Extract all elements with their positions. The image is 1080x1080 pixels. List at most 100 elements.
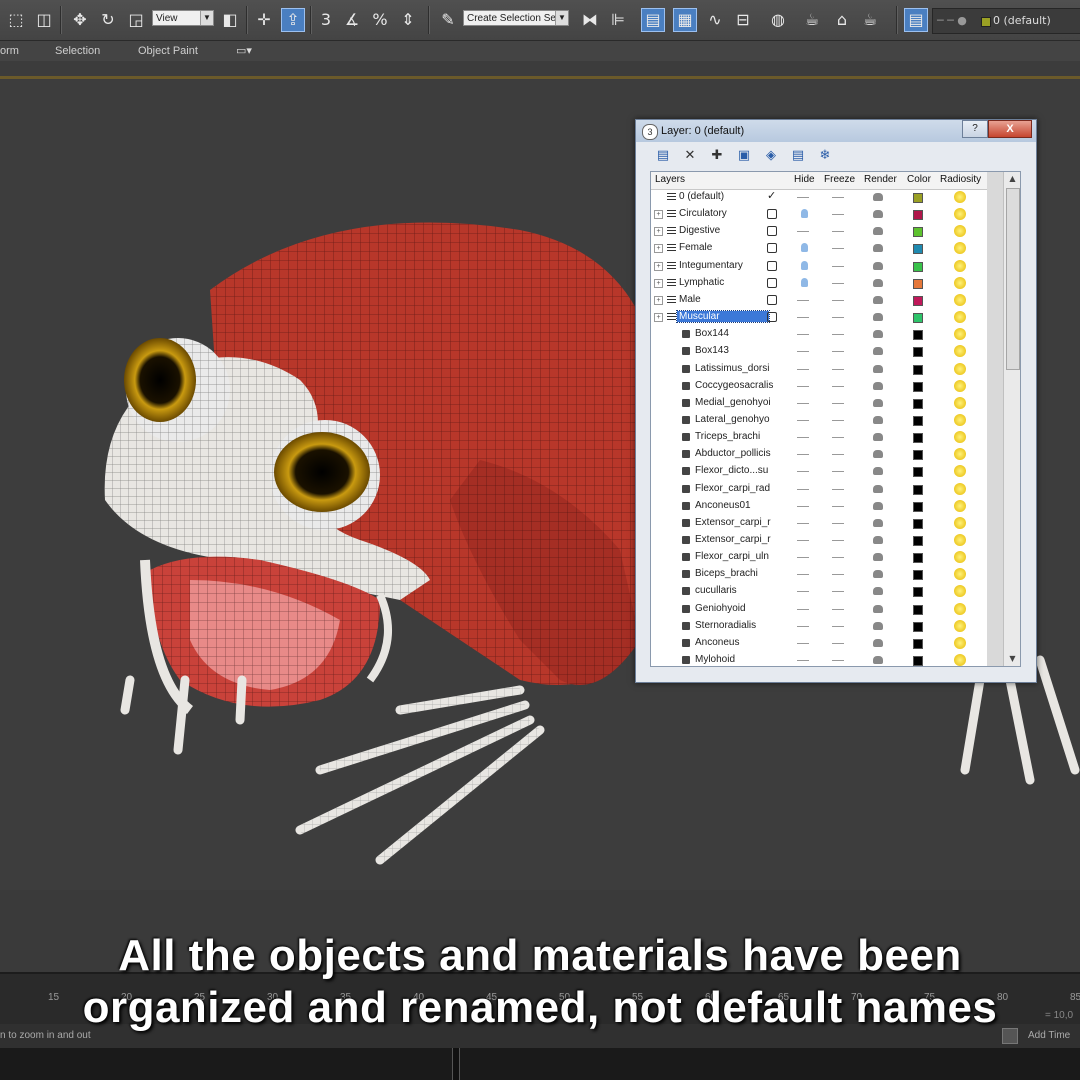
freeze-toggle-icon[interactable] <box>832 265 844 267</box>
freeze-toggle-icon[interactable] <box>832 231 844 233</box>
render-teapot-icon[interactable] <box>873 295 883 304</box>
color-swatch[interactable] <box>913 210 923 221</box>
hide-toggle-icon[interactable] <box>797 608 809 610</box>
mirror-icon[interactable]: ⧓ <box>578 8 602 32</box>
help-button[interactable]: ? <box>962 120 988 138</box>
hide-toggle-icon[interactable] <box>797 642 809 644</box>
scroll-down-icon[interactable]: ▼ <box>1004 652 1020 666</box>
color-swatch[interactable] <box>913 656 923 666</box>
dialog-titlebar[interactable]: 3 Layer: 0 (default) ? X <box>636 120 1036 142</box>
radiosity-sun-icon[interactable] <box>954 568 966 581</box>
render-teapot-icon[interactable] <box>873 501 883 510</box>
render-teapot-icon[interactable] <box>873 450 883 459</box>
render-teapot-icon[interactable] <box>873 415 883 424</box>
object-name[interactable]: Biceps_brachi <box>695 568 758 579</box>
render-teapot-icon[interactable] <box>873 261 883 270</box>
render-teapot-icon[interactable] <box>873 278 883 287</box>
color-swatch[interactable] <box>913 278 923 289</box>
layer-row[interactable]: + Digestive <box>651 223 987 240</box>
render-teapot-icon[interactable] <box>873 210 883 219</box>
render-teapot-icon[interactable] <box>873 433 883 442</box>
hide-toggle-icon[interactable] <box>797 437 809 439</box>
radiosity-sun-icon[interactable] <box>954 293 966 306</box>
object-row[interactable]: cucullaris <box>651 583 987 600</box>
freeze-unfreeze-all-layers-icon[interactable]: ❄ <box>816 147 834 165</box>
render-teapot-icon[interactable] <box>873 656 883 665</box>
layer-row[interactable]: + Male <box>651 292 987 309</box>
object-name[interactable]: Extensor_carpi_r <box>695 517 771 528</box>
object-row[interactable]: Sternoradialis <box>651 618 987 635</box>
color-swatch[interactable] <box>913 587 923 598</box>
color-swatch[interactable] <box>913 501 923 512</box>
radiosity-sun-icon[interactable] <box>954 328 966 341</box>
hide-toggle-icon[interactable] <box>797 488 809 490</box>
object-name[interactable]: Box144 <box>695 328 729 339</box>
ribbon-tab-transform[interactable]: orm <box>0 41 19 61</box>
freeze-toggle-icon[interactable] <box>832 574 844 576</box>
object-row[interactable]: Abductor_pollicis <box>651 446 987 463</box>
select-manipulate-icon[interactable]: ✛ <box>252 8 276 32</box>
freeze-toggle-icon[interactable] <box>832 591 844 593</box>
object-row[interactable]: Mylohoid <box>651 652 987 666</box>
radiosity-sun-icon[interactable] <box>954 276 966 289</box>
render-teapot-icon[interactable] <box>873 347 883 356</box>
render-teapot-icon[interactable] <box>873 227 883 236</box>
render-teapot-icon[interactable] <box>873 518 883 527</box>
color-swatch[interactable] <box>913 621 923 632</box>
freeze-toggle-icon[interactable] <box>832 540 844 541</box>
object-name[interactable]: Geniohyoid <box>695 603 746 614</box>
radiosity-sun-icon[interactable] <box>954 499 966 512</box>
close-button[interactable]: X <box>988 120 1032 138</box>
layer-row[interactable]: + Female <box>651 240 987 257</box>
vertical-scrollbar[interactable]: ▲ ▼ <box>1003 172 1020 666</box>
layer-name[interactable]: Integumentary <box>679 260 743 271</box>
freeze-toggle-icon[interactable] <box>832 282 844 284</box>
object-row[interactable]: Latissimus_dorsi <box>651 361 987 378</box>
hide-toggle-icon[interactable] <box>797 522 809 524</box>
freeze-toggle-icon[interactable] <box>832 402 844 404</box>
color-swatch[interactable] <box>913 484 923 495</box>
hide-lightbulb-icon[interactable] <box>801 209 808 219</box>
current-layer-check-icon[interactable]: ✓ <box>767 189 776 202</box>
object-row[interactable]: Extensor_carpi_r <box>651 532 987 549</box>
hide-toggle-icon[interactable] <box>797 299 809 301</box>
freeze-toggle-icon[interactable] <box>832 214 844 216</box>
radiosity-sun-icon[interactable] <box>954 585 966 598</box>
expand-icon[interactable]: + <box>654 244 663 254</box>
hide-unhide-all-layers-icon[interactable]: ▤ <box>789 147 807 165</box>
freeze-toggle-icon[interactable] <box>832 642 844 644</box>
freeze-toggle-icon[interactable] <box>832 197 844 198</box>
object-row[interactable]: Box144 <box>651 326 987 343</box>
object-name[interactable]: Abductor_pollicis <box>695 448 771 459</box>
expand-icon[interactable]: + <box>654 313 663 323</box>
layer-row[interactable]: + Circulatory <box>651 206 987 223</box>
radiosity-sun-icon[interactable] <box>954 636 966 649</box>
freeze-toggle-icon[interactable] <box>832 454 844 456</box>
radiosity-sun-icon[interactable] <box>954 465 966 478</box>
hide-lightbulb-icon[interactable] <box>801 277 808 287</box>
curve-editor-icon[interactable]: ∿ <box>703 8 727 32</box>
color-swatch[interactable] <box>913 364 923 375</box>
color-swatch[interactable] <box>913 244 923 255</box>
object-name[interactable]: Extensor_carpi_r <box>695 534 771 545</box>
rotate-icon[interactable]: ↻ <box>96 8 120 32</box>
time-slider-handle[interactable] <box>452 1048 460 1080</box>
radiosity-sun-icon[interactable] <box>954 516 966 529</box>
object-row[interactable]: Box143 <box>651 343 987 360</box>
color-swatch[interactable] <box>913 433 923 444</box>
layer-manager-icon[interactable]: ▤ <box>641 8 665 32</box>
column-header-freeze[interactable]: Freeze <box>824 174 855 185</box>
hide-toggle-icon[interactable] <box>797 540 809 541</box>
freeze-toggle-icon[interactable] <box>832 522 844 524</box>
object-row[interactable]: Anconeus <box>651 635 987 652</box>
layer-row[interactable]: 0 (default) ✓ <box>651 189 987 206</box>
render-teapot-icon[interactable] <box>873 587 883 596</box>
color-swatch[interactable] <box>913 330 923 341</box>
scroll-up-icon[interactable]: ▲ <box>1004 172 1020 186</box>
render-teapot-icon[interactable] <box>873 467 883 476</box>
color-swatch[interactable] <box>913 415 923 426</box>
render-teapot-icon[interactable] <box>873 553 883 562</box>
render-teapot-icon[interactable] <box>873 381 883 390</box>
window-crossing-icon[interactable]: ◫ <box>32 8 56 32</box>
color-swatch[interactable] <box>913 313 923 324</box>
